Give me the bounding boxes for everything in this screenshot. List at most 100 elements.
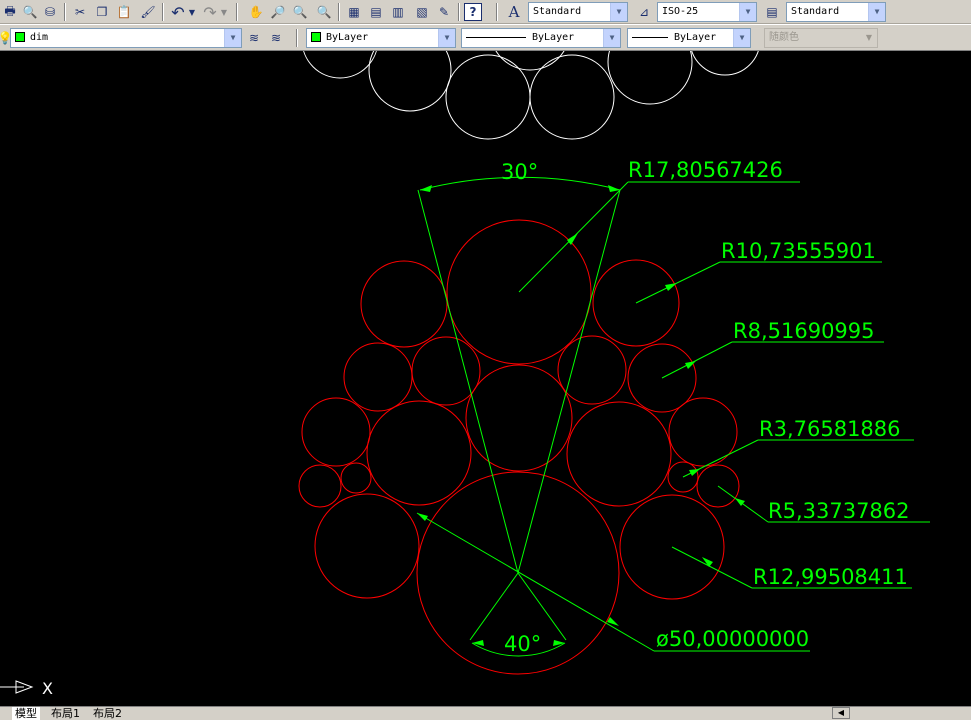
circle-mid-left-r8 — [411, 336, 481, 406]
markup-icon[interactable]: ✎ — [434, 2, 454, 22]
dim-style-select[interactable]: ISO-25 ▼ — [657, 2, 757, 22]
dim-dia50: ø50,00000000 — [656, 627, 809, 651]
make-object-layer-current-icon[interactable]: ≋ — [244, 28, 264, 48]
sheet-set-icon[interactable]: ▧ — [412, 2, 432, 22]
zoom-realtime-icon[interactable]: 🔎 — [268, 2, 288, 22]
publish-icon[interactable]: ⛁ — [40, 2, 60, 22]
chevron-down-icon: ▼ — [860, 29, 877, 47]
text-style-select[interactable]: Standard ▼ — [528, 2, 628, 22]
dim-r3: R3,76581886 — [759, 417, 901, 441]
angle-label-top: 30° — [501, 160, 538, 184]
redo-icon[interactable]: ↷ — [200, 2, 220, 22]
circle-mid-right-r8 — [557, 335, 627, 405]
chevron-down-icon: ▼ — [733, 29, 750, 47]
horizontal-scrollbar-left[interactable]: ◀ — [832, 707, 850, 719]
layer-value: dim — [30, 32, 49, 43]
layer-color-swatch — [15, 32, 25, 42]
dim-style-icon[interactable]: ⊿ — [634, 2, 654, 22]
layer-state-icon[interactable]: 💡 — [0, 28, 12, 48]
color-select[interactable]: ByLayer ▼ — [306, 28, 456, 48]
circle-center-r12 — [465, 364, 573, 472]
table-style-icon[interactable]: ▤ — [762, 2, 782, 22]
lineweight-preview — [632, 36, 668, 38]
chevron-down-icon: ▼ — [739, 3, 756, 21]
circle-bottom-left-r12 — [314, 493, 420, 599]
chevron-down-icon: ▼ — [603, 29, 620, 47]
toolbar-separator — [162, 3, 164, 21]
linetype-value: ByLayer — [532, 32, 575, 43]
circle-outer-left-r8 — [343, 342, 413, 412]
plot-preview-icon[interactable]: 🔍 — [20, 2, 40, 22]
arrowhead — [608, 185, 620, 192]
undo-icon[interactable]: ↶ — [168, 2, 188, 22]
arrowhead — [420, 185, 432, 192]
plot-style-select[interactable]: 随颜色 ▼ — [764, 28, 878, 48]
circle-left-r10 — [360, 260, 448, 348]
angle-ray-bottom-left — [469, 572, 519, 641]
angle-label-bottom: 40° — [504, 632, 541, 656]
circle-right-r12 — [566, 401, 672, 507]
redo-dropdown-icon[interactable]: ▼ — [218, 2, 230, 22]
tool-palettes-icon[interactable]: ▥ — [388, 2, 408, 22]
tab-layout2[interactable]: 布局2 — [90, 707, 125, 720]
table-style-select[interactable]: Standard ▼ — [786, 2, 886, 22]
circle-left-r12 — [366, 400, 472, 506]
print-icon[interactable]: 🖶 — [0, 2, 20, 22]
chevron-down-icon: ▼ — [438, 29, 455, 47]
circle-small-left-r5 — [298, 464, 342, 508]
toolbar-separator — [236, 3, 238, 21]
leader-r10 — [635, 261, 721, 304]
zoom-previous-icon[interactable]: 🔍 — [314, 2, 334, 22]
layer-select[interactable]: dim ▼ — [10, 28, 242, 48]
chevron-down-icon: ▼ — [868, 3, 885, 21]
angle-ray-bottom-right — [517, 572, 567, 641]
chevron-down-icon: ▼ — [224, 29, 241, 47]
red-circles-group — [298, 219, 740, 675]
layout-tabs-bar: 模型 布局1 布局2 ◀ — [0, 706, 971, 720]
drawing-canvas[interactable]: 30° 40° R17,80567426 R10,73555901 R8,516… — [0, 0, 971, 720]
linetype-select[interactable]: ByLayer ▼ — [461, 28, 621, 48]
ucs-icon: X — [0, 679, 53, 698]
dim-r5: R5,33737862 — [768, 499, 910, 523]
toolbar-separator — [296, 29, 298, 47]
leader-r5 — [717, 485, 769, 523]
dim-r17: R17,80567426 — [628, 158, 783, 182]
angle-ray-left — [417, 189, 519, 574]
lineweight-select[interactable]: ByLayer ▼ — [627, 28, 751, 48]
table-style-value: Standard — [791, 6, 840, 17]
ucs-x-label: X — [42, 679, 53, 698]
arrowhead — [553, 640, 565, 646]
arrowhead — [665, 283, 677, 291]
help-icon[interactable]: ? — [464, 3, 482, 21]
plot-style-value: 随颜色 — [769, 32, 799, 43]
tab-model[interactable]: 模型 — [12, 707, 40, 720]
layer-previous-icon[interactable]: ≋ — [266, 28, 286, 48]
angle-ray-right — [517, 189, 621, 574]
properties-icon[interactable]: ▦ — [344, 2, 364, 22]
lineweight-value: ByLayer — [674, 32, 717, 43]
linetype-preview — [466, 36, 526, 38]
tab-layout1[interactable]: 布局1 — [48, 707, 83, 720]
toolbar-separator — [496, 3, 498, 21]
dim-r8: R8,51690995 — [733, 319, 875, 343]
text-style-icon[interactable]: A — [504, 2, 524, 22]
pan-icon[interactable]: ✋ — [246, 2, 266, 22]
color-swatch — [311, 32, 321, 42]
design-center-icon[interactable]: ▤ — [366, 2, 386, 22]
copy-icon[interactable]: ❐ — [92, 2, 112, 22]
undo-dropdown-icon[interactable]: ▼ — [186, 2, 198, 22]
arrowhead — [417, 513, 428, 521]
dim-r12: R12,99508411 — [753, 565, 908, 589]
layers-properties-toolbar: 💡 dim ▼ ≋ ≋ ByLayer ▼ ByLayer ▼ ByLayer … — [0, 24, 971, 51]
zoom-window-icon[interactable]: 🔍 — [290, 2, 310, 22]
paste-icon[interactable]: 📋 — [114, 2, 134, 22]
cut-icon[interactable]: ✂ — [70, 2, 90, 22]
standard-toolbar: 🖶 🔍 ⛁ ✂ ❐ 📋 🖌 ↶ ▼ ↷ ▼ ✋ 🔎 🔍 🔍 ▦ ▤ ▥ ▧ ✎ … — [0, 0, 971, 24]
color-value: ByLayer — [326, 32, 369, 43]
text-style-value: Standard — [533, 6, 582, 17]
circle-tiny-left-r3 — [340, 462, 372, 494]
match-properties-icon[interactable]: 🖌 — [138, 2, 158, 22]
toolbar-separator — [64, 3, 66, 21]
arrowhead — [472, 640, 484, 646]
leader-r12 — [671, 546, 753, 589]
